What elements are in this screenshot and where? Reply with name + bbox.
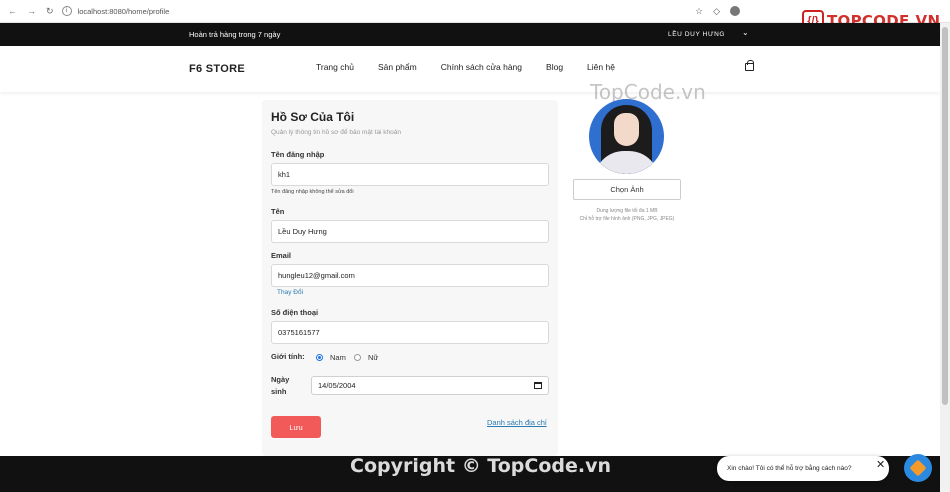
dob-value[interactable]: 14/05/2004 [318, 381, 356, 390]
chevron-down-icon[interactable]: ⌄ [742, 28, 749, 37]
username-label: Tên đăng nhập [271, 150, 325, 159]
gender-radio-male[interactable] [316, 354, 323, 361]
watermark-text: TopCode.vn [590, 80, 706, 104]
extensions-icon[interactable]: ◇ [713, 6, 720, 17]
nav-contact[interactable]: Liên hệ [587, 62, 615, 72]
address-bar[interactable]: i localhost:8080/home/profile [61, 6, 170, 16]
browser-nav: ← → ↻ [8, 6, 54, 17]
close-icon[interactable]: ✕ [876, 458, 885, 471]
chatbot-icon [909, 459, 927, 477]
nav-home[interactable]: Trang chủ [316, 62, 354, 72]
phone-label: Số điện thoại [271, 308, 319, 317]
avatar [589, 99, 664, 174]
gender-option-male[interactable]: Nam [330, 353, 346, 362]
page-title: Hồ Sơ Của Tôi [271, 110, 355, 124]
promo-text: Hoàn trả hàng trong 7 ngày [189, 30, 281, 39]
browser-actions: ☆ ◇ [695, 6, 740, 17]
chatbot-button[interactable] [904, 454, 932, 482]
scrollbar-thumb[interactable] [942, 27, 948, 405]
choose-image-button[interactable]: Chọn Ảnh [573, 179, 681, 200]
address-list-link[interactable]: Danh sách địa chỉ [487, 418, 547, 427]
nav-products[interactable]: Sản phẩm [378, 62, 417, 72]
save-button[interactable]: Lưu [271, 416, 321, 438]
gender-label: Giới tính: [271, 352, 305, 361]
top-bar: Hoàn trả hàng trong 7 ngày LỀU DUY HƯNG … [0, 23, 940, 46]
info-icon[interactable]: i [61, 6, 72, 16]
copyright-watermark: Copyright © TopCode.vn [350, 455, 612, 477]
avatar-size-hint: Dung lượng file tối đa 1 MB [596, 208, 658, 214]
star-icon[interactable]: ☆ [695, 6, 703, 17]
nav-store-policy[interactable]: Chính sách cửa hàng [441, 62, 522, 72]
url-text[interactable]: localhost:8080/home/profile [78, 7, 170, 16]
site-header: F6 STORE Trang chủ Sản phẩm Chính sách c… [0, 46, 940, 92]
nav-blog[interactable]: Blog [546, 62, 563, 72]
chat-bubble[interactable]: Xin chào! Tôi có thể hỗ trợ bằng cách nà… [717, 456, 889, 481]
email-field[interactable]: hungleu12@gmail.com [271, 264, 549, 287]
calendar-icon[interactable] [534, 382, 542, 389]
user-menu[interactable]: LỀU DUY HƯNG [668, 31, 725, 38]
page-subtitle: Quản lý thông tin hồ sơ để bảo mật tài k… [271, 129, 402, 136]
change-email-link[interactable]: Thay Đổi [277, 289, 303, 296]
dob-label: Ngày sinh [271, 375, 290, 396]
email-label: Email [271, 251, 292, 260]
gender-radio-female[interactable] [354, 354, 361, 361]
reload-icon[interactable]: ↻ [46, 6, 54, 17]
username-field[interactable]: kh1 [271, 163, 549, 186]
avatar-face [614, 113, 639, 146]
store-logo[interactable]: F6 STORE [189, 63, 245, 75]
avatar-format-hint: Chỉ hỗ trợ file hình ảnh (PNG, JPG, JPEG… [579, 216, 675, 222]
profile-icon[interactable] [730, 6, 740, 16]
profile-panel: Hồ Sơ Của Tôi Quản lý thông tin hồ sơ để… [262, 100, 558, 456]
gender-option-female[interactable]: Nữ [368, 353, 378, 362]
name-field[interactable]: Lều Duy Hưng [271, 220, 549, 243]
shopping-bag-icon[interactable] [745, 60, 754, 71]
main-nav: Trang chủ Sản phẩm Chính sách cửa hàng B… [316, 62, 639, 72]
forward-icon[interactable]: → [27, 6, 36, 17]
name-label: Tên [271, 207, 285, 216]
chat-message: Xin chào! Tôi có thể hỗ trợ bằng cách nà… [727, 465, 852, 472]
username-note: Tên đăng nhập không thể sửa đổi [271, 189, 354, 195]
phone-field[interactable]: 0375161577 [271, 321, 549, 344]
back-icon[interactable]: ← [8, 6, 17, 17]
scrollbar[interactable] [940, 23, 950, 492]
dob-field[interactable]: 14/05/2004 [311, 376, 549, 395]
